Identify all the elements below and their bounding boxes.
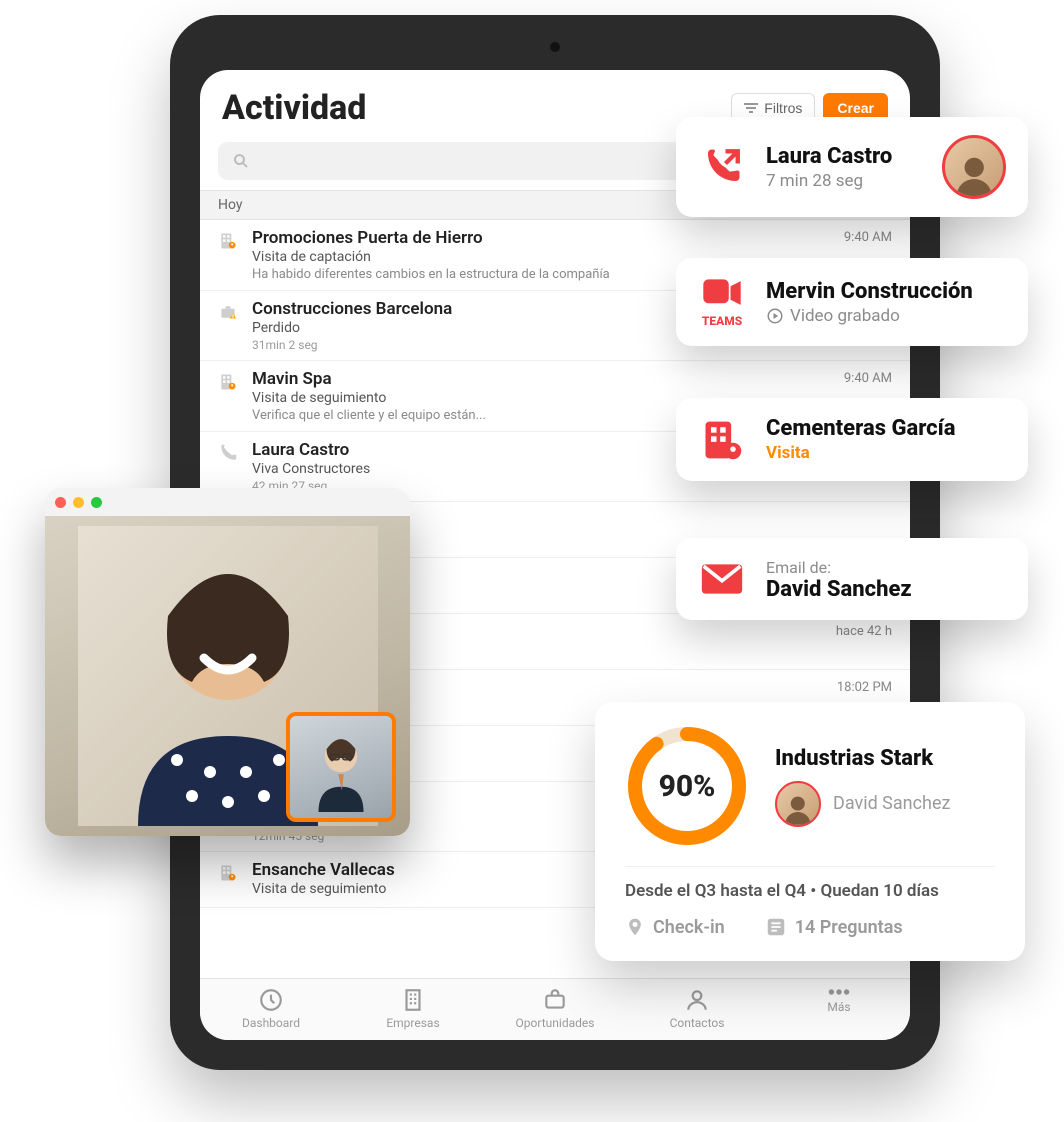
video-call-window[interactable] [45,488,410,836]
play-circle-icon [766,307,784,325]
page-title: Actividad [222,88,366,128]
email-pre: Email de: [766,558,1006,577]
video-main [45,516,410,836]
row-icon [218,299,240,326]
location-pin-icon [625,915,645,939]
opportunity-info: Industrias Stark David Sanchez [775,746,950,827]
visit-name: Cementeras García [766,416,1006,441]
tab-empresas[interactable]: Empresas [342,987,484,1030]
card-email[interactable]: Email de: David Sanchez [676,538,1028,620]
video-icon: TEAMS [698,276,746,328]
opportunity-range: Desde el Q3 hasta el Q4 • Quedan 10 días [625,881,995,901]
person-illustration [296,722,386,812]
progress-ring: 90% [625,724,749,848]
card-body: Laura Castro 7 min 28 seg [766,144,922,191]
tab-label: Empresas [342,1016,484,1030]
opportunity-title: Industrias Stark [775,746,950,771]
tab-label: Contactos [626,1016,768,1030]
video-pip[interactable] [286,712,396,822]
card-body: Mervin Construcción Video grabado [766,279,1006,326]
tab-label: Dashboard [200,1016,342,1030]
card-visit[interactable]: Cementeras García Visita [676,398,1028,481]
tab-dashboard[interactable]: Dashboard [200,987,342,1030]
call-duration: 7 min 28 seg [766,171,922,191]
questions-action[interactable]: 14 Preguntas [765,915,903,939]
tab-label: Oportunidades [484,1016,626,1030]
card-video[interactable]: TEAMS Mervin Construcción Video grabado [676,258,1028,346]
row-time: 18:02 PM [837,678,892,695]
checklist-icon [765,916,787,938]
row-icon [218,228,240,255]
teams-tag: TEAMS [702,314,742,328]
row-time: hace 42 h [836,622,892,639]
window-titlebar [45,488,410,516]
filters-label: Filtros [764,100,802,116]
call-name: Laura Castro [766,144,922,169]
divider [625,866,995,867]
card-body: Email de: David Sanchez [766,556,1006,602]
checkin-action[interactable]: Check-in [625,915,725,939]
tab-contactos[interactable]: Contactos [626,987,768,1030]
video-name: Mervin Construcción [766,279,1006,304]
row-icon [218,440,240,467]
tablet-camera [550,42,560,52]
tab-oportunidades[interactable]: Oportunidades [484,987,626,1030]
opportunity-top: 90% Industrias Stark David Sanchez [625,724,995,848]
email-name: David Sanchez [766,577,1006,602]
row-title: Promociones Puerta de Hierro [252,228,832,248]
filter-icon [744,103,758,113]
row-icon [218,860,240,887]
opportunity-actions: Check-in 14 Preguntas [625,915,995,939]
minimize-dot[interactable] [73,497,84,508]
envelope-icon [698,562,746,596]
opportunity-person-name: David Sanchez [833,793,950,814]
tab-label: Más [768,1000,910,1014]
close-dot[interactable] [55,497,66,508]
avatar [775,781,821,827]
building-pin-icon [698,418,746,462]
opportunity-person: David Sanchez [775,781,950,827]
row-time: 9:40 AM [844,369,892,386]
row-icon [218,369,240,396]
card-opportunity[interactable]: 90% Industrias Stark David Sanchez Desde… [595,702,1025,961]
row-time: 9:40 AM [844,228,892,245]
avatar [942,135,1006,199]
row-title: Mavin Spa [252,369,832,389]
phone-out-icon [698,146,746,188]
card-call[interactable]: Laura Castro 7 min 28 seg [676,117,1028,217]
tab-bar: DashboardEmpresasOportunidadesContactosM… [200,978,910,1040]
search-icon [232,152,250,170]
video-sub: Video grabado [766,306,1006,326]
card-body: Cementeras García Visita [766,416,1006,463]
visit-sub: Visita [766,443,1006,463]
tab-más[interactable]: Más [768,987,910,1030]
maximize-dot[interactable] [91,497,102,508]
progress-percent: 90% [625,724,749,848]
